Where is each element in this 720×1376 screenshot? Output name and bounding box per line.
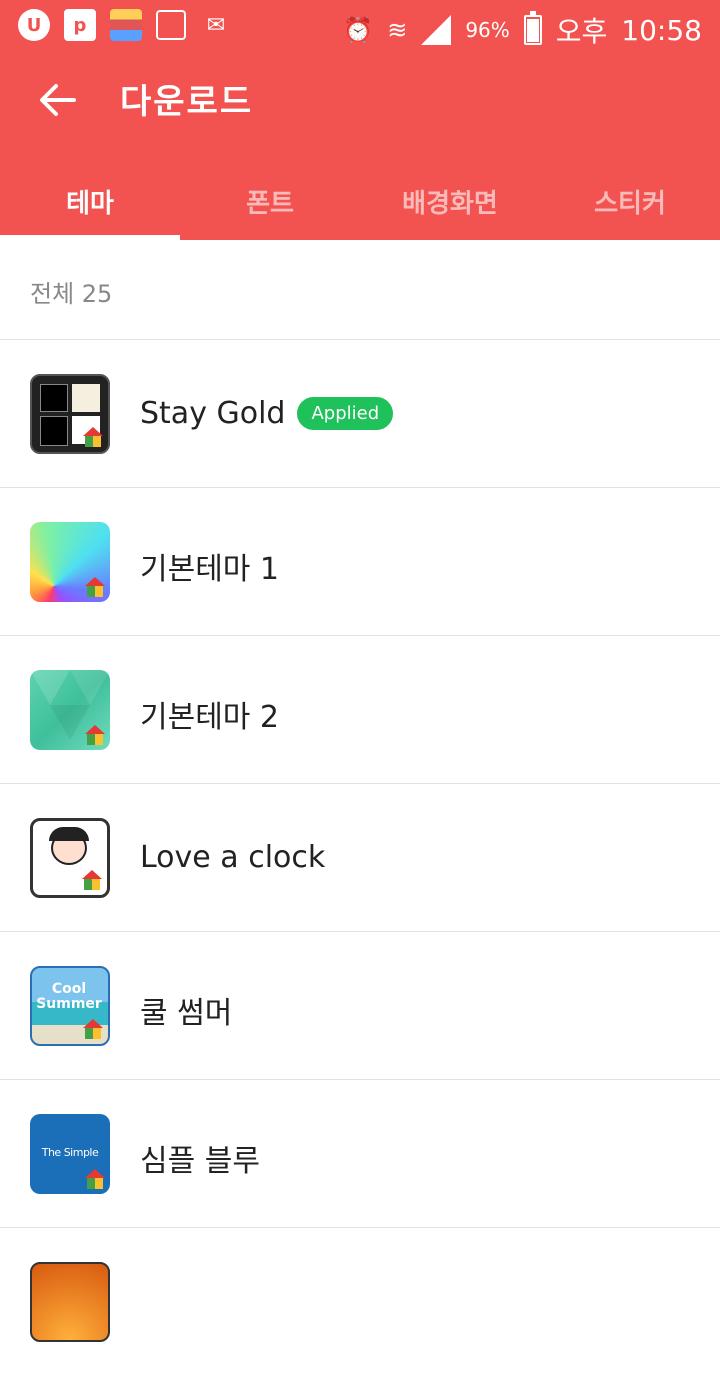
cool-summer-thumbnail: Cool Summer [30,966,110,1046]
applied-badge: Applied [297,397,394,430]
email-icon: ✉ [206,12,226,38]
notification-icons: U p ✉ [18,9,232,41]
app-bar: 다운로드 테마 폰트 배경화면 스티커 [0,52,720,240]
uplus-app-icon: U [18,9,50,41]
tab-sticker[interactable]: 스티커 [540,162,720,240]
tab-wallpaper[interactable]: 배경화면 [360,162,540,240]
item-name: Love a clock [140,840,326,875]
item-name: 기본테마 2 [140,700,280,735]
list-item[interactable]: The Simple 심플 블루 [0,1080,720,1228]
launcher-house-icon [82,870,102,890]
default-theme-1-thumbnail [30,522,110,602]
signal-icon [421,15,452,45]
wifi-icon: ≋ [387,16,408,44]
stay-gold-thumbnail [30,374,110,454]
total-count-header: 전체 25 [0,240,720,340]
list-item[interactable]: 기본테마 1 [0,488,720,636]
battery-icon [523,11,542,45]
list-item[interactable]: 기본테마 2 [0,636,720,784]
launcher-house-icon [83,1019,103,1039]
list-item[interactable]: Stay Gold Applied [0,340,720,488]
list-item[interactable] [0,1228,720,1376]
launcher-house-icon [85,1169,105,1189]
tab-font[interactable]: 폰트 [180,162,360,240]
page-title: 다운로드 [120,82,254,122]
back-arrow-icon[interactable] [38,80,78,120]
item-name: 심플 블루 [140,1144,260,1179]
thumb-text: The Simple [41,1146,99,1159]
theme-list: Stay Gold Applied 기본테마 1 기본테마 2 Love a c… [0,340,720,1376]
total-count-label: 전체 25 [30,280,113,308]
list-item[interactable]: Cool Summer 쿨 썸머 [0,932,720,1080]
list-item[interactable]: Love a clock [0,784,720,932]
thumb-text: Cool Summer [36,981,102,1012]
item-name: 기본테마 1 [140,552,280,587]
launcher-house-icon [85,725,105,745]
p-app-icon: p [64,9,96,41]
default-theme-2-thumbnail [30,670,110,750]
tab-theme[interactable]: 테마 [0,162,180,240]
gallery-icon [156,10,186,40]
love-a-clock-thumbnail [30,818,110,898]
theme-thumbnail [30,1262,110,1342]
item-name: 쿨 썸머 [140,996,233,1031]
launcher-house-icon [83,427,103,447]
item-name: Stay Gold [140,396,286,431]
am-pm-label: 오후 [555,15,608,48]
alarm-icon: ⏰ [343,16,374,44]
tab-bar: 테마 폰트 배경화면 스티커 [0,162,720,240]
simple-blue-thumbnail: The Simple [30,1114,110,1194]
launcher-house-icon [85,577,105,597]
status-bar: U p ✉ ⏰ ≋ 96% 오후 10:58 [0,0,720,52]
stack-app-icon [110,9,142,41]
battery-percent: 96% [465,18,510,42]
clock: 10:58 [621,13,702,47]
